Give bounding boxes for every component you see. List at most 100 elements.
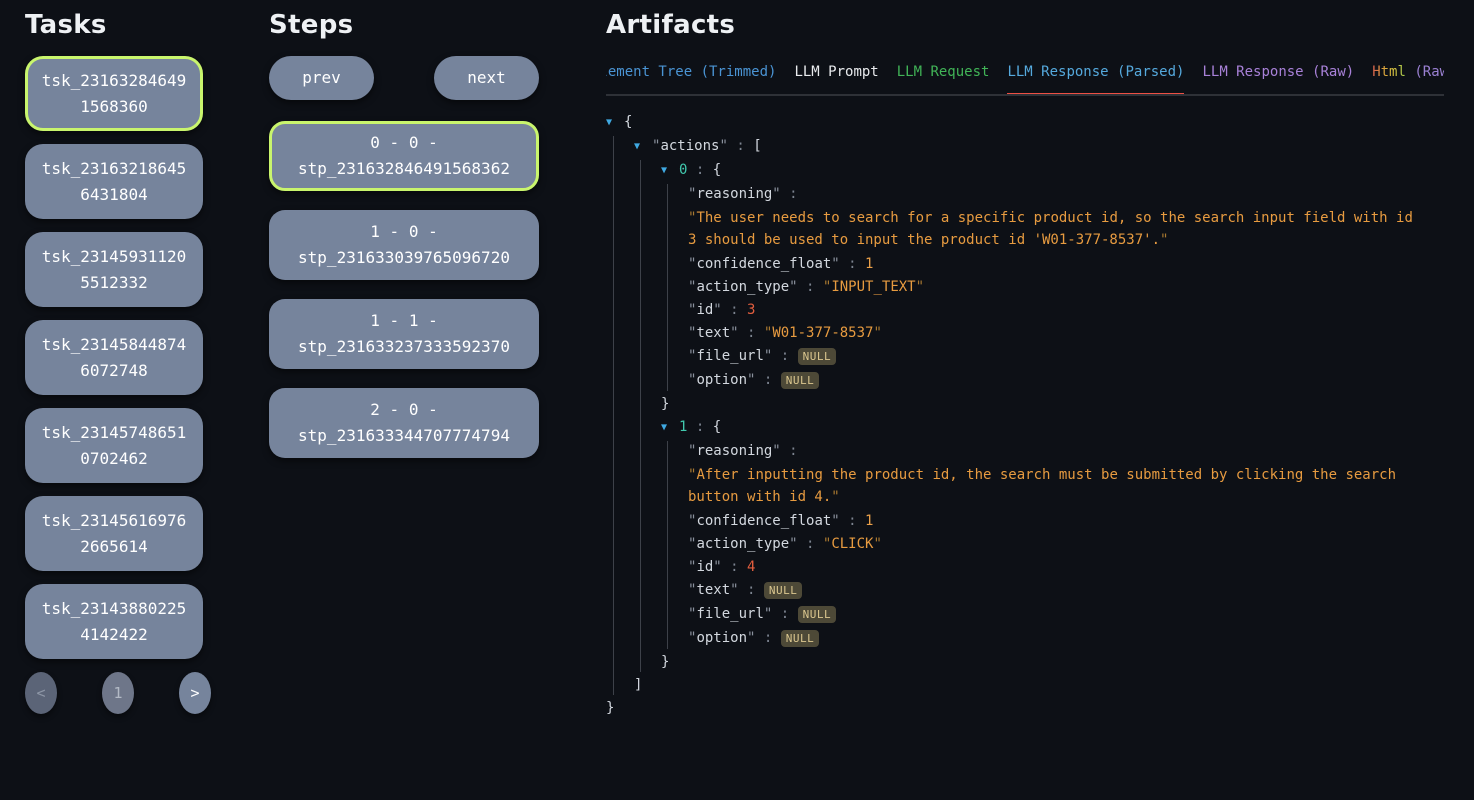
json-tree-row: ▼1 : { xyxy=(641,417,1456,438)
json-token: After inputting the product id, the sear… xyxy=(688,467,1396,505)
json-tree-children: ▼0 : { "reasoning" :"The user needs to se… xyxy=(640,160,1456,672)
task-button[interactable]: tsk_231458448746072748 xyxy=(25,320,203,395)
steps-title: Steps xyxy=(269,10,539,40)
tab-html-raw[interactable]: Html (Raw) xyxy=(1372,64,1444,94)
json-token: { xyxy=(624,114,632,130)
json-token: : xyxy=(755,630,780,646)
json-token: 1 xyxy=(865,256,873,272)
json-tree-row: "confidence_float" : 1 xyxy=(668,511,1456,531)
json-token: } xyxy=(606,700,614,716)
json-token: action_type xyxy=(696,279,789,295)
json-token: option xyxy=(696,372,747,388)
json-token: " xyxy=(916,279,924,295)
json-token: { xyxy=(713,419,721,435)
json-tree-row: "file_url" : NULL xyxy=(668,604,1456,625)
tab-element-tree-trimmed[interactable]: Element Tree (Trimmed) xyxy=(606,64,776,94)
json-token: reasoning xyxy=(696,443,772,459)
json-token: file_url xyxy=(696,606,763,622)
json-tree-row: "action_type" : "CLICK" xyxy=(668,534,1456,554)
json-token: " xyxy=(713,559,721,575)
task-button[interactable]: tsk_231456169762665614 xyxy=(25,496,203,571)
pagination-page-button[interactable]: 1 xyxy=(102,672,134,714)
json-token: : xyxy=(840,513,865,529)
json-tree-row: ] xyxy=(614,675,1456,695)
json-token: " xyxy=(772,186,780,202)
step-button[interactable]: 1 - 1 - stp_231633237333592370 xyxy=(269,299,539,369)
task-button[interactable]: tsk_231438802254142422 xyxy=(25,584,203,659)
json-token: " xyxy=(1160,232,1168,248)
json-token: : xyxy=(798,536,823,552)
json-token: " xyxy=(873,325,881,341)
tasks-list: tsk_231632846491568360 tsk_23163218645643… xyxy=(25,56,203,659)
json-token: NULL xyxy=(798,348,837,365)
json-token: " xyxy=(789,536,797,552)
json-tree-row: "action_type" : "INPUT_TEXT" xyxy=(668,277,1456,297)
json-tree-row: "After inputting the product id, the sea… xyxy=(668,464,1415,508)
json-token: : xyxy=(739,582,764,598)
tab-llm-prompt[interactable]: LLM Prompt xyxy=(794,64,878,94)
task-button[interactable]: tsk_231459311205512332 xyxy=(25,232,203,307)
collapse-arrow-icon[interactable]: ▼ xyxy=(661,418,679,438)
json-tree-row: "file_url" : NULL xyxy=(668,346,1456,367)
json-tree-children: "reasoning" :"The user needs to search f… xyxy=(667,184,1456,391)
json-token: actions xyxy=(660,138,719,154)
json-token: text xyxy=(696,582,730,598)
json-token: " xyxy=(713,302,721,318)
tab-llm-response-raw[interactable]: LLM Response (Raw) xyxy=(1202,64,1354,94)
json-token: NULL xyxy=(781,372,820,389)
json-token: : xyxy=(798,279,823,295)
json-token: [ xyxy=(753,138,761,154)
tasks-pagination: < 1 > xyxy=(25,672,211,714)
json-token: : xyxy=(755,372,780,388)
json-token: 1 xyxy=(865,513,873,529)
step-button[interactable]: 0 - 0 - stp_231632846491568362 xyxy=(269,121,539,191)
next-step-button[interactable]: next xyxy=(434,56,539,100)
json-token: reasoning xyxy=(696,186,772,202)
json-token: 4 xyxy=(747,559,755,575)
json-token: confidence_float xyxy=(696,513,831,529)
json-token: " xyxy=(730,582,738,598)
task-button[interactable]: tsk_231457486510702462 xyxy=(25,408,203,483)
json-tree-row: "reasoning" : xyxy=(668,441,1456,461)
task-button[interactable]: tsk_231632186456431804 xyxy=(25,144,203,219)
json-tree-row: "text" : "W01-377-8537" xyxy=(668,323,1456,343)
json-token: : xyxy=(772,348,797,364)
json-token: " xyxy=(730,325,738,341)
json-tree-row: } xyxy=(641,652,1456,672)
json-token: { xyxy=(713,162,721,178)
collapse-arrow-icon[interactable]: ▼ xyxy=(661,161,679,181)
json-tree-row: "id" : 3 xyxy=(668,300,1456,320)
json-tree-row: "option" : NULL xyxy=(668,370,1456,391)
tab-llm-request[interactable]: LLM Request xyxy=(897,64,990,94)
json-token: " xyxy=(789,279,797,295)
step-button[interactable]: 1 - 0 - stp_231633039765096720 xyxy=(269,210,539,280)
json-token: id xyxy=(696,302,713,318)
json-token: ] xyxy=(634,677,642,693)
json-token: " xyxy=(831,256,839,272)
json-tree: ▼{▼"actions" : [▼0 : {"reasoning" :"The … xyxy=(606,112,1456,718)
json-token: W01-377-8537 xyxy=(772,325,873,341)
json-token: id xyxy=(696,559,713,575)
pagination-prev-button[interactable]: < xyxy=(25,672,57,714)
json-token: 3 xyxy=(747,302,755,318)
json-tree-row: } xyxy=(606,698,1456,718)
json-tree-row: "option" : NULL xyxy=(668,628,1456,649)
json-token: NULL xyxy=(798,606,837,623)
json-token: NULL xyxy=(781,630,820,647)
collapse-arrow-icon[interactable]: ▼ xyxy=(634,137,652,157)
json-token: NULL xyxy=(764,582,803,599)
tab-llm-response-parsed[interactable]: LLM Response (Parsed) xyxy=(1007,64,1184,96)
step-nav: prev next xyxy=(269,56,539,100)
json-tree-row: ▼0 : { xyxy=(641,160,1456,181)
task-button[interactable]: tsk_231632846491568360 xyxy=(25,56,203,131)
json-tree-row: ▼"actions" : [ xyxy=(614,136,1456,157)
step-button[interactable]: 2 - 0 - stp_231633344707774794 xyxy=(269,388,539,458)
prev-step-button[interactable]: prev xyxy=(269,56,374,100)
json-tree-row: "confidence_float" : 1 xyxy=(668,254,1456,274)
json-token: : xyxy=(687,162,712,178)
json-token: : xyxy=(840,256,865,272)
pagination-next-button[interactable]: > xyxy=(179,672,211,714)
json-token: " xyxy=(873,536,881,552)
json-token: file_url xyxy=(696,348,763,364)
collapse-arrow-icon[interactable]: ▼ xyxy=(606,113,624,133)
